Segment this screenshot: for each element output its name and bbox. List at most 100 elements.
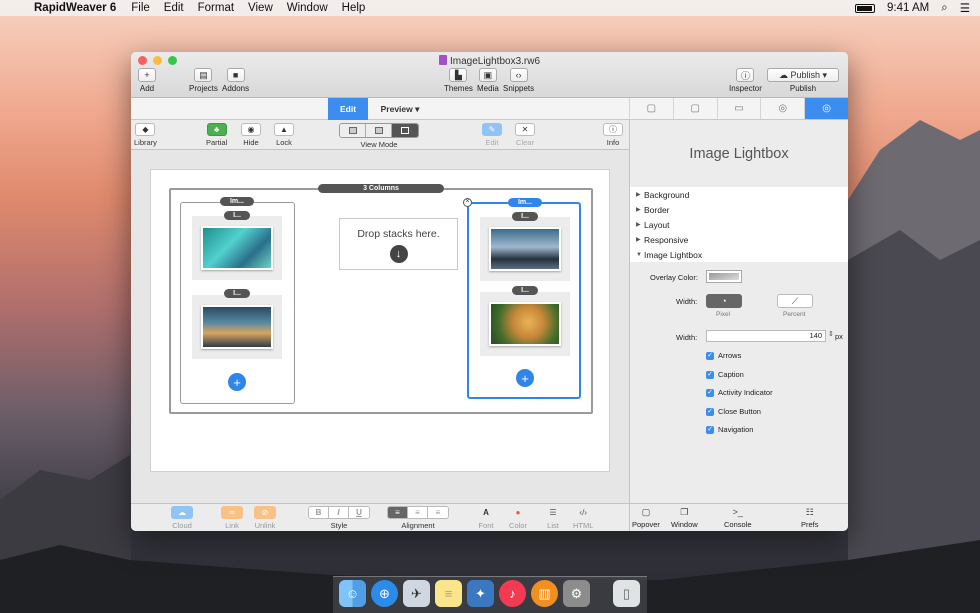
add-button[interactable]: + Add xyxy=(138,68,156,93)
view-mode-1-icon[interactable] xyxy=(340,124,366,137)
column-3-label[interactable]: Im... xyxy=(508,198,542,207)
item-label[interactable]: I... xyxy=(512,212,538,221)
italic-button[interactable]: I xyxy=(329,507,349,518)
partial-button[interactable]: ♣ Partial xyxy=(206,123,227,147)
menu-view[interactable]: View xyxy=(241,2,280,14)
notification-center-icon[interactable]: ☰ xyxy=(960,1,970,15)
align-center-icon[interactable]: ≡ xyxy=(408,507,428,518)
hide-button[interactable]: ◉ Hide xyxy=(241,123,261,147)
clock[interactable]: 9:41 AM xyxy=(887,2,929,14)
trash-icon[interactable]: ▯ xyxy=(613,580,640,607)
close-button-checkbox[interactable]: ✓ Close Button xyxy=(706,407,761,416)
item-label[interactable]: I... xyxy=(224,211,250,220)
add-item-button[interactable]: + xyxy=(516,369,534,387)
tab-edit[interactable]: Edit xyxy=(328,98,368,120)
media-tab-icon[interactable]: ◎ xyxy=(760,98,804,119)
projects-button[interactable]: ▤ Projects xyxy=(189,68,218,93)
notes-icon[interactable]: ≡ xyxy=(435,580,462,607)
drop-zone[interactable]: Drop stacks here. ↓ xyxy=(339,218,458,270)
wave-sunset-image[interactable] xyxy=(201,305,273,349)
activity-indicator-checkbox[interactable]: ✓ Activity Indicator xyxy=(706,388,773,397)
library-button[interactable]: ◆ Library xyxy=(134,123,157,147)
window-button[interactable]: ❐ Window xyxy=(671,507,698,529)
ibooks-icon[interactable]: ▥ xyxy=(531,580,558,607)
navigation-checkbox[interactable]: ✓ Navigation xyxy=(706,425,753,434)
color-button[interactable]: ● Color xyxy=(509,506,527,530)
themes-button[interactable]: ▙ Themes xyxy=(444,68,473,93)
font-button[interactable]: A Font xyxy=(477,506,495,530)
style-control[interactable]: B I U Style xyxy=(308,506,370,530)
battery-icon[interactable] xyxy=(855,3,876,13)
clear-button[interactable]: ✕ Clear xyxy=(515,123,535,147)
cloud-button[interactable]: ☁ Cloud xyxy=(171,506,193,530)
link-button[interactable]: ∞ Link xyxy=(221,506,243,530)
stormy-sky-image[interactable] xyxy=(489,227,561,271)
percent-mode-button[interactable]: ⟋ xyxy=(777,294,813,308)
menu-edit[interactable]: Edit xyxy=(157,2,191,14)
header-tab-icon[interactable]: ▭ xyxy=(716,98,761,119)
column-1[interactable]: Im... I... I... + xyxy=(180,197,295,404)
column-1-label[interactable]: Im... xyxy=(220,197,254,206)
finder-icon[interactable]: ☺ xyxy=(339,580,366,607)
item-label[interactable]: I... xyxy=(512,286,538,295)
layout-tab-icon[interactable]: ▢ xyxy=(672,98,717,119)
column-3[interactable]: × Im... I... I... + xyxy=(463,198,581,399)
spotlight-search-icon[interactable]: ⌕ xyxy=(941,2,947,15)
menu-format[interactable]: Format xyxy=(191,2,241,14)
section-image-lightbox[interactable]: ▼ Image Lightbox xyxy=(630,247,848,262)
snippets-button[interactable]: ‹› Snippets xyxy=(503,68,534,93)
inspector-button[interactable]: ⓘ Inspector xyxy=(729,68,762,93)
unlink-button[interactable]: ⊘ Unlink xyxy=(254,506,276,530)
prefs-button[interactable]: ☷ Prefs xyxy=(801,507,819,529)
caption-checkbox[interactable]: ✓ Caption xyxy=(706,370,744,379)
lock-button[interactable]: ▲ Lock xyxy=(274,123,294,147)
tab-preview[interactable]: Preview ▾ xyxy=(368,98,432,120)
section-layout[interactable]: ▶ Layout xyxy=(630,217,848,232)
columns-label[interactable]: 3 Columns xyxy=(318,184,444,193)
rapidweaver-icon[interactable]: ✦ xyxy=(467,580,494,607)
console-button[interactable]: >_ Console xyxy=(724,507,752,529)
menu-file[interactable]: File xyxy=(124,2,157,14)
menu-app[interactable]: RapidWeaver 6 xyxy=(30,2,124,14)
addons-button[interactable]: ■ Addons xyxy=(222,68,249,93)
arrows-checkbox[interactable]: ✓ Arrows xyxy=(706,351,741,360)
system-preferences-icon[interactable]: ⚙ xyxy=(563,580,590,607)
view-mode-2-icon[interactable] xyxy=(366,124,392,137)
underwater-image[interactable] xyxy=(201,226,273,270)
info-button[interactable]: ⓘ Info xyxy=(603,123,623,147)
lightbox-item[interactable]: I... xyxy=(480,286,570,356)
section-border[interactable]: ▶ Border xyxy=(630,202,848,217)
item-label[interactable]: I... xyxy=(224,289,250,298)
lightbox-item[interactable]: I... xyxy=(480,212,570,281)
section-responsive[interactable]: ▶ Responsive xyxy=(630,232,848,247)
page-settings-tab-icon[interactable]: ▢ xyxy=(629,98,673,119)
stepper-icon[interactable]: ⇕ xyxy=(828,330,834,338)
pixel-mode-button[interactable]: ◔ xyxy=(706,294,742,308)
publish-button[interactable]: ☁ Publish ▾ Publish xyxy=(767,68,839,93)
lightbox-item[interactable]: I... xyxy=(192,289,282,359)
lightbox-item[interactable]: I... xyxy=(192,211,282,280)
alignment-control[interactable]: ≡ ≡ ≡ Alignment xyxy=(387,506,449,530)
edit-button[interactable]: ✎ Edit xyxy=(482,123,502,147)
html-button[interactable]: ‹/› HTML xyxy=(573,506,593,530)
popover-button[interactable]: ▢ Popover xyxy=(632,507,660,529)
leopard-image[interactable] xyxy=(489,302,561,346)
menu-window[interactable]: Window xyxy=(280,2,335,14)
align-left-icon[interactable]: ≡ xyxy=(388,507,408,518)
add-item-button[interactable]: + xyxy=(228,373,246,391)
list-button[interactable]: ☰ List xyxy=(544,506,562,530)
three-columns-stack[interactable]: 3 Columns Im... I... I... + Drop stacks … xyxy=(169,184,593,414)
overlay-color-well[interactable] xyxy=(706,270,742,283)
view-mode-control[interactable]: View Mode xyxy=(339,123,419,149)
media-button[interactable]: ▣ Media xyxy=(477,68,499,93)
preview-icon[interactable]: ✈ xyxy=(403,580,430,607)
underline-button[interactable]: U xyxy=(349,507,369,518)
view-mode-3-icon[interactable] xyxy=(392,124,418,137)
menu-help[interactable]: Help xyxy=(335,2,373,14)
safari-icon[interactable]: ⊕ xyxy=(371,580,398,607)
close-icon[interactable]: × xyxy=(463,198,472,207)
width-input[interactable]: 140 xyxy=(706,330,826,342)
section-background[interactable]: ▶ Background xyxy=(630,187,848,202)
bold-button[interactable]: B xyxy=(309,507,329,518)
itunes-icon[interactable]: ♪ xyxy=(499,580,526,607)
